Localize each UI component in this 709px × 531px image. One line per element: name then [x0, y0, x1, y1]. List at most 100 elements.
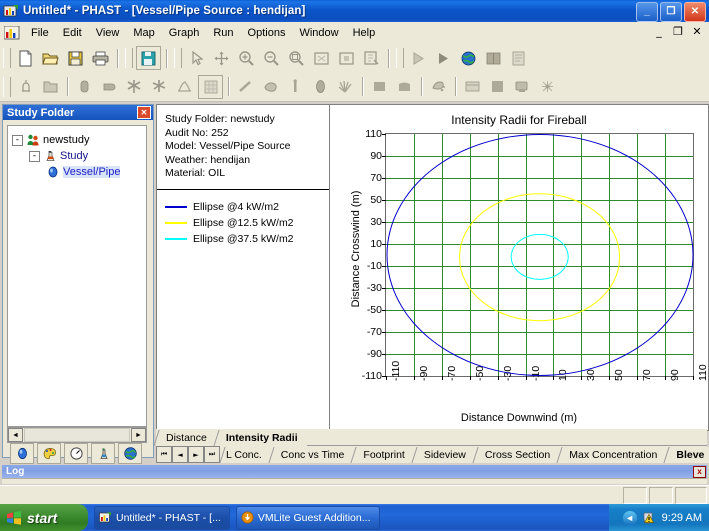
rect-fill-icon[interactable] [368, 76, 391, 98]
menu-edit[interactable]: Edit [56, 25, 89, 41]
tab-conc-vs-time[interactable]: Conc vs Time [271, 447, 354, 463]
vessel-node-icon[interactable] [10, 443, 34, 464]
line-tool-icon[interactable] [234, 76, 257, 98]
toolbar-grip-4[interactable] [396, 48, 404, 68]
y-axis-tick-mark [382, 288, 386, 289]
network-icon[interactable] [536, 76, 559, 98]
tab-bleve[interactable]: Bleve [666, 447, 709, 463]
paint-icon[interactable] [427, 76, 450, 98]
scroll-thumb[interactable] [24, 428, 130, 442]
study-tree[interactable]: - newstudy - [7, 125, 147, 427]
tab-cross-section[interactable]: Cross Section [475, 447, 559, 463]
building-icon[interactable] [393, 76, 416, 98]
first-tab-button[interactable]: ⏮ [156, 446, 172, 463]
globe-icon[interactable] [457, 47, 480, 69]
menu-graph[interactable]: Graph [162, 25, 207, 41]
legend-swatch-cyan [165, 238, 187, 240]
menu-options[interactable]: Options [241, 25, 293, 41]
menu-run[interactable]: Run [206, 25, 240, 41]
window-icon[interactable] [461, 76, 484, 98]
ellipse-tool-icon[interactable] [309, 76, 332, 98]
save-icon[interactable] [64, 47, 87, 69]
marker-tool-icon[interactable] [284, 76, 307, 98]
tree-node-newstudy[interactable]: - newstudy [12, 132, 144, 148]
last-tab-button[interactable]: ⏭ [204, 446, 220, 463]
y-axis-tick-mark [382, 332, 386, 333]
poolfire-icon[interactable] [173, 76, 196, 98]
scroll-right-button[interactable]: ► [131, 428, 146, 442]
chart-plot-area[interactable]: 1109070503010-10-30-50-70-90-110-110-90-… [385, 133, 694, 377]
fireball-icon[interactable] [123, 76, 146, 98]
mdi-close-button[interactable]: ✕ [689, 24, 705, 39]
log-close-icon[interactable]: x [693, 466, 706, 478]
toolbar2-grip[interactable] [3, 77, 11, 97]
mdi-restore-button[interactable]: ❐ [670, 24, 686, 39]
taskbar-item-vmlite[interactable]: VMLite Guest Addition... [236, 506, 380, 530]
tree-expander[interactable]: - [29, 151, 40, 162]
explosion-icon[interactable] [334, 76, 357, 98]
vessel-source-icon[interactable] [14, 76, 37, 98]
gauge-icon[interactable] [64, 443, 88, 464]
tab-footprint[interactable]: Footprint [353, 447, 413, 463]
zoom-out-icon[interactable] [260, 47, 283, 69]
grid-data-icon[interactable] [198, 75, 223, 99]
minimize-button[interactable]: _ [636, 2, 658, 22]
study-folder-close-icon[interactable]: ✕ [137, 106, 151, 119]
fit-selection-icon[interactable] [335, 47, 358, 69]
menu-view[interactable]: View [89, 25, 127, 41]
legend-item: Ellipse @37.5 kW/m2 [165, 231, 321, 247]
pan-move-icon[interactable] [210, 47, 233, 69]
mdi-minimize-button[interactable]: _ [651, 24, 667, 39]
identify-icon[interactable] [360, 47, 383, 69]
menu-file[interactable]: File [24, 25, 56, 41]
close-button[interactable]: ✕ [684, 2, 706, 22]
study-tree-horizontal-scrollbar[interactable]: ◄ ► [7, 427, 147, 443]
tab-distance[interactable]: Distance [156, 430, 216, 446]
map-book-icon[interactable] [482, 47, 505, 69]
square-icon[interactable] [486, 76, 509, 98]
arrow-select-icon[interactable] [185, 47, 208, 69]
report-icon[interactable] [507, 47, 530, 69]
computer-icon[interactable] [511, 76, 534, 98]
tree-node-vessel-pipe[interactable]: Vessel/Pipe [12, 164, 144, 180]
info-study-folder: Study Folder: newstudy [165, 113, 321, 127]
tree-expander[interactable]: - [12, 135, 23, 146]
toolbar-grip[interactable] [3, 48, 11, 68]
next-tab-button[interactable]: ► [188, 446, 204, 463]
tree-node-study[interactable]: - Study [12, 148, 144, 164]
flask-icon[interactable] [91, 443, 115, 464]
tab-intensity-radii[interactable]: Intensity Radii [216, 430, 307, 446]
tab-sideview[interactable]: Sideview [414, 447, 475, 463]
warning-shield-icon[interactable] [642, 511, 656, 525]
show-hidden-icons-icon[interactable]: ◄ [623, 511, 637, 525]
restore-button[interactable]: ❐ [660, 2, 682, 22]
taskbar-item-phast[interactable]: Untitled* - PHAST - [... [94, 506, 230, 530]
start-button[interactable]: start [0, 504, 88, 531]
prev-tab-button[interactable]: ◄ [172, 446, 188, 463]
tab-l-conc[interactable]: L Conc. [222, 447, 271, 463]
folder-icon[interactable] [39, 76, 62, 98]
globe-icon[interactable] [118, 443, 142, 464]
toolbar-grip-3[interactable] [174, 48, 182, 68]
new-icon[interactable] [14, 47, 37, 69]
x-axis-tick-label: -70 [446, 366, 458, 381]
jetfire-icon[interactable] [148, 76, 171, 98]
tab-max-concentration[interactable]: Max Concentration [559, 447, 666, 463]
polygon-tool-icon[interactable] [259, 76, 282, 98]
tank-icon[interactable] [73, 76, 96, 98]
open-folder-icon[interactable] [39, 47, 62, 69]
pipe-icon[interactable] [98, 76, 121, 98]
paint-palette-icon[interactable] [37, 443, 61, 464]
toolbar-grip-2[interactable] [125, 48, 133, 68]
menu-help[interactable]: Help [346, 25, 383, 41]
fit-extent-icon[interactable] [310, 47, 333, 69]
scroll-left-button[interactable]: ◄ [8, 428, 23, 442]
menu-map[interactable]: Map [126, 25, 161, 41]
menu-window[interactable]: Window [292, 25, 345, 41]
print-icon[interactable] [89, 47, 112, 69]
save-all-icon[interactable] [136, 46, 161, 70]
run-all-icon[interactable] [432, 47, 455, 69]
zoom-window-icon[interactable] [285, 47, 308, 69]
run-step-icon[interactable] [407, 47, 430, 69]
zoom-in-icon[interactable] [235, 47, 258, 69]
